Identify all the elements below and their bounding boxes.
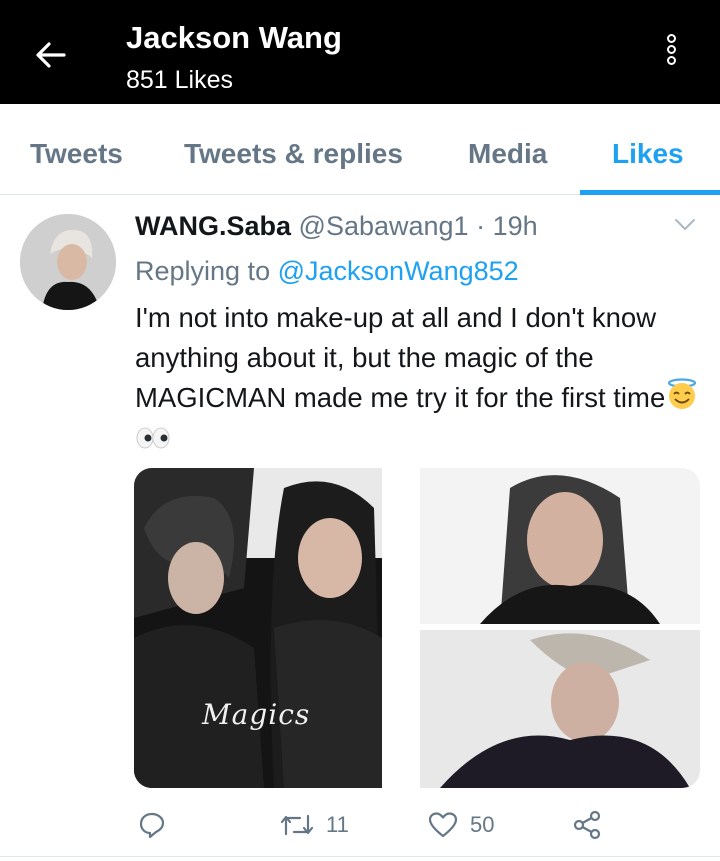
eyes-emoji-icon [135, 421, 171, 464]
media-image-3[interactable] [420, 630, 700, 788]
media-image-1[interactable]: Magics [134, 468, 382, 788]
author-handle[interactable]: @Sabawang1 [299, 211, 469, 241]
replying-to: Replying to @JacksonWang852 [135, 251, 519, 291]
tab-tweets-and-replies[interactable]: Tweets & replies [184, 104, 403, 194]
divider [0, 856, 720, 857]
like-count: 50 [470, 812, 495, 837]
share-button[interactable] [572, 808, 602, 842]
retweet-button[interactable]: 11 [280, 808, 349, 842]
app-header: Jackson Wang 851 Likes [0, 0, 720, 104]
tweet-media-grid[interactable]: Magics [134, 468, 700, 788]
tab-likes[interactable]: Likes [612, 104, 684, 194]
likes-count-subtitle: 851 Likes [126, 66, 234, 94]
time-separator: · [476, 211, 486, 241]
profile-title: Jackson Wang [126, 20, 342, 55]
halo-smile-emoji-icon [665, 378, 699, 421]
heart-icon [428, 812, 458, 838]
overflow-menu-icon[interactable] [664, 34, 686, 76]
chevron-down-icon[interactable] [674, 218, 696, 232]
tweet-header: WANG.Saba @Sabawang1 · 19h [135, 206, 538, 246]
like-button[interactable]: 50 [428, 808, 494, 842]
media-image-2[interactable] [420, 468, 700, 624]
author-name[interactable]: WANG.Saba [135, 211, 291, 241]
reply-button[interactable] [138, 808, 178, 842]
back-arrow-icon[interactable] [34, 38, 68, 72]
retweet-count: 11 [326, 812, 349, 837]
active-tab-indicator [580, 190, 720, 195]
retweet-icon [280, 814, 314, 836]
replying-mention-link[interactable]: @JacksonWang852 [278, 256, 519, 286]
tweet-actions: 11 50 [0, 800, 720, 850]
tweet-text: I'm not into make-up at all and I don't … [135, 298, 705, 464]
magics-caption: Magics [201, 698, 310, 731]
tweet-time: 19h [492, 211, 538, 241]
tweet-body: I'm not into make-up at all and I don't … [135, 302, 666, 413]
replying-prefix: Replying to [135, 256, 271, 286]
reply-icon [139, 812, 165, 839]
tab-media[interactable]: Media [468, 104, 547, 194]
avatar[interactable] [20, 214, 116, 310]
profile-tabs: Tweets Tweets & replies Media Likes [0, 104, 720, 195]
share-icon [573, 810, 601, 840]
tab-tweets[interactable]: Tweets [30, 104, 123, 194]
